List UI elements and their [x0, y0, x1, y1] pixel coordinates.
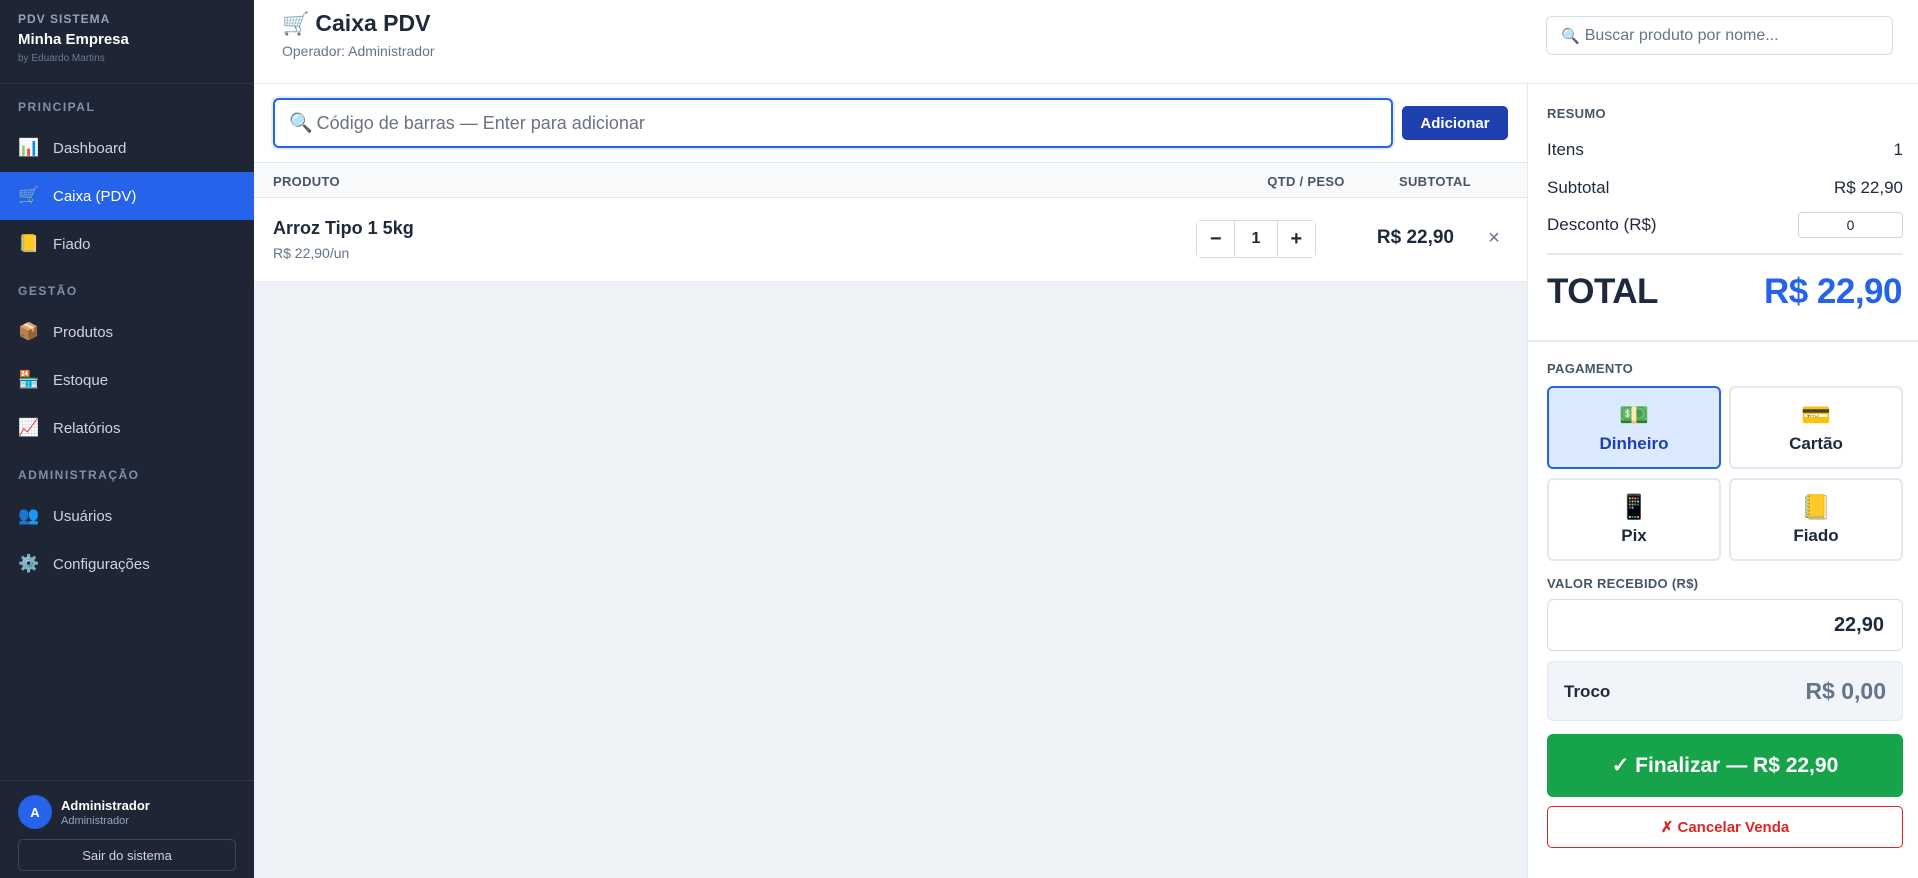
change-box: Troco R$ 0,00	[1547, 661, 1903, 721]
ledger-icon: 📒	[1801, 493, 1831, 521]
payment-fiado-button[interactable]: 📒 Fiado	[1729, 478, 1903, 561]
payment-pix-button[interactable]: 📱 Pix	[1547, 478, 1721, 561]
company-name: Minha Empresa	[18, 31, 129, 48]
brand-author: by Eduardo Martins	[18, 53, 105, 64]
items-value: 1	[1893, 140, 1903, 159]
operator-label: Operador: Administrador	[282, 43, 435, 59]
payment-method-label: Cartão	[1789, 433, 1843, 453]
column-header-subtotal: SUBTOTAL	[1399, 174, 1471, 189]
quantity-value[interactable]: 1	[1234, 221, 1278, 257]
card-icon: 💳	[1801, 401, 1831, 429]
subtotal-label: Subtotal	[1547, 178, 1610, 197]
discount-label: Desconto (R$)	[1547, 215, 1657, 234]
quantity-stepper: − 1 +	[1196, 220, 1316, 258]
user-role: Administrador	[61, 814, 129, 827]
search-icon: 🔍	[289, 113, 313, 134]
nav-section-gestao: GESTÃO	[18, 284, 78, 298]
section-divider	[1528, 340, 1918, 342]
payment-title: PAGAMENTO	[1547, 361, 1634, 376]
change-value: R$ 0,00	[1805, 678, 1886, 704]
barcode-input[interactable]	[316, 112, 1377, 134]
product-name: Arroz Tipo 1 5kg	[273, 218, 414, 238]
change-label: Troco	[1564, 682, 1611, 701]
payment-cash-button[interactable]: 💵 Dinheiro	[1547, 386, 1721, 469]
sidebar-item-relatorios[interactable]: 📈 Relatórios	[0, 404, 254, 452]
sidebar-item-label: Fiado	[53, 235, 91, 253]
package-icon: 📦	[18, 322, 40, 341]
sidebar-item-estoque[interactable]: 🏪 Estoque	[0, 356, 254, 404]
avatar: A	[18, 795, 52, 829]
summary-title: RESUMO	[1547, 106, 1606, 121]
search-icon: 🔍	[1561, 27, 1580, 45]
sidebar-item-label: Usuários	[53, 507, 113, 525]
sidebar-item-label: Estoque	[53, 371, 109, 389]
sidebar-item-label: Configurações	[53, 555, 150, 573]
payment-method-label: Pix	[1621, 525, 1647, 545]
summary-subtotal: Subtotal R$ 22,90	[1547, 176, 1903, 200]
sidebar-item-caixa[interactable]: 🛒 Caixa (PDV)	[0, 172, 254, 220]
remove-item-icon[interactable]: ×	[1482, 224, 1506, 252]
logout-button[interactable]: Sair do sistema	[18, 839, 236, 871]
increase-qty-button[interactable]: +	[1277, 221, 1315, 257]
gear-icon: ⚙️	[18, 554, 40, 573]
sidebar-item-configuracoes[interactable]: ⚙️ Configurações	[0, 540, 254, 588]
sidebar-item-produtos[interactable]: 📦 Produtos	[0, 308, 254, 356]
summary-discount: Desconto (R$)	[1547, 212, 1903, 238]
received-label: VALOR RECEBIDO (R$)	[1547, 576, 1699, 591]
cart-icon: 🛒	[282, 10, 310, 36]
bar-chart-icon: 📊	[18, 138, 40, 157]
column-header-qty: QTD / PESO	[1267, 174, 1345, 189]
phone-icon: 📱	[1619, 493, 1649, 521]
received-amount-input[interactable]	[1547, 599, 1903, 651]
cart-icon: 🛒	[18, 186, 40, 205]
table-row: Arroz Tipo 1 5kg R$ 22,90/un − 1 + R$ 22…	[254, 198, 1527, 282]
summary-divider	[1547, 253, 1903, 255]
sidebar-item-label: Relatórios	[53, 419, 121, 437]
barcode-row: 🔍 Adicionar	[254, 84, 1527, 162]
ledger-icon: 📒	[18, 234, 40, 253]
nav-section-administracao: ADMINISTRAÇÃO	[18, 468, 140, 482]
subtotal-value: R$ 22,90	[1834, 178, 1903, 197]
product-search-input[interactable]	[1584, 26, 1875, 45]
store-icon: 🏪	[18, 370, 40, 389]
sidebar-item-label: Caixa (PDV)	[53, 187, 137, 205]
column-header-product: PRODUTO	[273, 174, 340, 189]
page-title: 🛒 Caixa PDV	[282, 10, 430, 37]
barcode-field[interactable]: 🔍	[273, 98, 1393, 148]
cancel-sale-button[interactable]: ✗ Cancelar Venda	[1547, 806, 1903, 848]
chart-up-icon: 📈	[18, 418, 40, 437]
total-value: R$ 22,90	[1763, 272, 1903, 311]
row-subtotal: R$ 22,90	[1376, 227, 1454, 248]
product-search[interactable]: 🔍	[1546, 16, 1893, 55]
user-panel: A Administrador Administrador Sair do si…	[0, 780, 254, 878]
cash-icon: 💵	[1619, 401, 1649, 429]
sidebar-item-label: Produtos	[53, 323, 114, 341]
page-title-text: Caixa PDV	[315, 10, 431, 36]
items-label: Itens	[1547, 140, 1584, 159]
sidebar: PDV SISTEMA Minha Empresa by Eduardo Mar…	[0, 0, 254, 878]
product-unit-price: R$ 22,90/un	[273, 245, 350, 261]
checkout-panel: RESUMO Itens 1 Subtotal R$ 22,90 Descont…	[1527, 84, 1918, 878]
sidebar-item-fiado[interactable]: 📒 Fiado	[0, 220, 254, 268]
discount-input[interactable]	[1798, 212, 1903, 238]
sidebar-item-label: Dashboard	[53, 139, 127, 157]
payment-method-label: Dinheiro	[1599, 433, 1669, 453]
cart-area: 🔍 Adicionar PRODUTO QTD / PESO SUBTOTAL …	[254, 84, 1527, 878]
summary-items: Itens 1	[1547, 138, 1903, 162]
nav-section-principal: PRINCIPAL	[18, 100, 96, 114]
users-icon: 👥	[18, 506, 40, 525]
table-header: PRODUTO QTD / PESO SUBTOTAL	[254, 162, 1527, 198]
add-button[interactable]: Adicionar	[1402, 106, 1508, 140]
page-header: 🛒 Caixa PDV Operador: Administrador 🔍	[254, 0, 1918, 84]
payment-method-label: Fiado	[1793, 525, 1839, 545]
sidebar-item-usuarios[interactable]: 👥 Usuários	[0, 492, 254, 540]
total-label: TOTAL	[1547, 272, 1658, 311]
finish-sale-button[interactable]: ✓ Finalizar — R$ 22,90	[1547, 734, 1903, 797]
sidebar-item-dashboard[interactable]: 📊 Dashboard	[0, 124, 254, 172]
brand-system-label: PDV SISTEMA	[18, 12, 111, 26]
decrease-qty-button[interactable]: −	[1197, 221, 1235, 257]
user-name: Administrador	[61, 797, 150, 813]
brand-block: PDV SISTEMA Minha Empresa by Eduardo Mar…	[0, 0, 254, 84]
payment-card-button[interactable]: 💳 Cartão	[1729, 386, 1903, 469]
